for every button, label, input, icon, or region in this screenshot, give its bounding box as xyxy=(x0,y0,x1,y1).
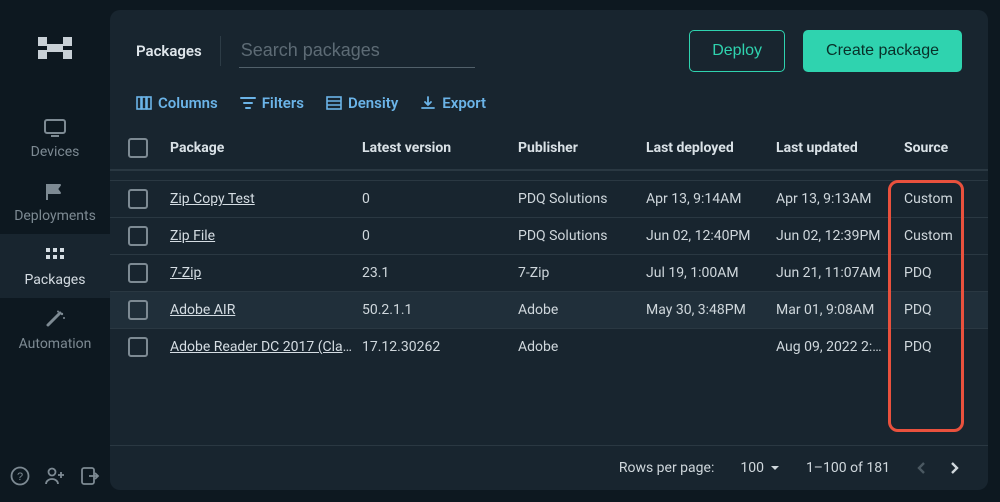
col-header-lastdeployed[interactable]: Last deployed xyxy=(646,140,776,156)
density-icon xyxy=(326,96,342,110)
filter-icon xyxy=(240,96,256,110)
cell-lastdeployed: Jun 02, 12:40PM xyxy=(646,228,776,244)
package-link[interactable]: Zip Copy Test xyxy=(170,191,362,207)
export-tool[interactable]: Export xyxy=(420,94,486,112)
page-title: Packages xyxy=(136,42,202,60)
sidebar: Devices Deployments Packages Automation … xyxy=(0,0,110,502)
sidebar-item-devices[interactable]: Devices xyxy=(0,106,110,170)
monitor-icon xyxy=(43,118,67,138)
logout-icon[interactable] xyxy=(80,466,100,486)
cell-version: 0 xyxy=(362,191,518,207)
app-logo xyxy=(38,34,72,62)
sidebar-item-label: Packages xyxy=(25,272,86,288)
cell-source: Custom xyxy=(904,191,972,207)
help-icon[interactable]: ? xyxy=(10,466,30,486)
cell-publisher: 7-Zip xyxy=(518,265,646,281)
sidebar-item-label: Devices xyxy=(31,144,80,160)
col-header-version[interactable]: Latest version xyxy=(362,140,518,156)
cell-source: Custom xyxy=(904,228,972,244)
select-all-checkbox[interactable] xyxy=(128,138,148,158)
cell-lastupdated: Aug 09, 2022 2:… xyxy=(776,339,904,355)
sidebar-item-label: Automation xyxy=(19,336,92,352)
next-page-button[interactable] xyxy=(950,461,960,475)
cell-lastdeployed: Jul 19, 1:00AM xyxy=(646,265,776,281)
table-footer: Rows per page: 100 1–100 of 181 xyxy=(110,445,988,490)
table-row[interactable]: 7-Zip 23.1 7-Zip Jul 19, 1:00AM Jun 21, … xyxy=(110,254,988,291)
row-checkbox[interactable] xyxy=(128,263,148,283)
table-row[interactable]: Adobe Reader DC 2017 (Class 17.12.30262 … xyxy=(110,328,988,365)
cell-source: PDQ xyxy=(904,339,972,355)
main-panel: Packages Deploy Create package Columns F… xyxy=(110,10,988,490)
columns-icon xyxy=(136,96,152,110)
search-input[interactable] xyxy=(239,34,475,68)
table-header-row: Package Latest version Publisher Last de… xyxy=(110,126,988,170)
row-checkbox[interactable] xyxy=(128,337,148,357)
col-header-package[interactable]: Package xyxy=(170,140,362,156)
filters-tool[interactable]: Filters xyxy=(240,94,304,112)
cell-publisher: PDQ Solutions xyxy=(518,191,646,207)
row-checkbox[interactable] xyxy=(128,226,148,246)
download-icon xyxy=(420,96,436,110)
package-link[interactable]: Adobe AIR xyxy=(170,302,362,318)
sidebar-item-label: Deployments xyxy=(14,208,96,224)
cell-version: 17.12.30262 xyxy=(362,339,518,355)
flag-icon xyxy=(44,182,66,202)
row-checkbox[interactable] xyxy=(128,189,148,209)
chevron-right-icon xyxy=(950,461,960,475)
row-checkbox[interactable] xyxy=(128,300,148,320)
divider xyxy=(220,36,221,66)
packages-table: Package Latest version Publisher Last de… xyxy=(110,126,988,445)
package-link[interactable]: 7-Zip xyxy=(170,265,362,281)
rows-per-page-label: Rows per page: xyxy=(619,460,714,476)
cell-lastdeployed: May 30, 3:48PM xyxy=(646,302,776,318)
table-row[interactable]: Zip File 0 PDQ Solutions Jun 02, 12:40PM… xyxy=(110,217,988,254)
wand-icon xyxy=(43,310,67,330)
cell-version: 50.2.1.1 xyxy=(362,302,518,318)
cell-lastupdated: Apr 13, 9:13AM xyxy=(776,191,904,207)
sidebar-footer: ? xyxy=(10,450,100,502)
deploy-button[interactable]: Deploy xyxy=(689,30,785,72)
cell-lastdeployed: Apr 13, 9:14AM xyxy=(646,191,776,207)
cell-lastupdated: Mar 01, 9:08AM xyxy=(776,302,904,318)
grid-icon xyxy=(44,246,66,266)
cell-lastupdated: Jun 02, 12:39PM xyxy=(776,228,904,244)
cell-version: 0 xyxy=(362,228,518,244)
sidebar-item-packages[interactable]: Packages xyxy=(0,234,110,298)
density-tool[interactable]: Density xyxy=(326,94,398,112)
sidebar-item-automation[interactable]: Automation xyxy=(0,298,110,362)
package-link[interactable]: Zip File xyxy=(170,228,362,244)
cell-publisher: Adobe xyxy=(518,302,646,318)
add-user-icon[interactable] xyxy=(44,466,66,486)
col-header-publisher[interactable]: Publisher xyxy=(518,140,646,156)
chevron-down-icon xyxy=(770,465,780,471)
pagination-range: 1–100 of 181 xyxy=(806,460,890,476)
col-header-source[interactable]: Source xyxy=(904,140,972,156)
chevron-left-icon xyxy=(916,461,926,475)
table-toolbar: Columns Filters Density Export xyxy=(110,90,988,126)
cell-publisher: PDQ Solutions xyxy=(518,228,646,244)
cell-source: PDQ xyxy=(904,302,972,318)
package-link[interactable]: Adobe Reader DC 2017 (Class xyxy=(170,339,362,355)
cell-lastupdated: Jun 21, 11:07AM xyxy=(776,265,904,281)
cell-publisher: Adobe xyxy=(518,339,646,355)
cell-version: 23.1 xyxy=(362,265,518,281)
prev-page-button[interactable] xyxy=(916,461,926,475)
topbar: Packages Deploy Create package xyxy=(110,10,988,90)
col-header-lastupdated[interactable]: Last updated xyxy=(776,140,904,156)
columns-tool[interactable]: Columns xyxy=(136,94,218,112)
table-row[interactable]: Adobe AIR 50.2.1.1 Adobe May 30, 3:48PM … xyxy=(110,291,988,328)
table-row[interactable]: Zip Copy Test 0 PDQ Solutions Apr 13, 9:… xyxy=(110,180,988,217)
sidebar-item-deployments[interactable]: Deployments xyxy=(0,170,110,234)
svg-text:?: ? xyxy=(17,471,23,483)
rows-per-page-select[interactable]: 100 xyxy=(740,460,780,476)
create-package-button[interactable]: Create package xyxy=(803,30,962,72)
cell-source: PDQ xyxy=(904,265,972,281)
